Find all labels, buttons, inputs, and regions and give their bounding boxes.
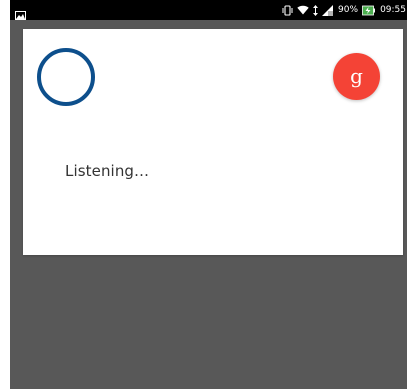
microphone-ring-icon[interactable] xyxy=(37,48,95,106)
status-bar: 90% 09:55 xyxy=(10,0,407,20)
google-button[interactable]: g xyxy=(333,53,380,100)
wifi-icon xyxy=(297,5,309,15)
gallery-icon xyxy=(15,5,26,20)
phone-screen: 90% 09:55 g Listening… xyxy=(10,0,407,389)
signal-icon xyxy=(322,4,334,16)
listening-status-text: Listening… xyxy=(65,162,150,180)
battery-percent: 90% xyxy=(338,5,359,15)
status-indicators: 90% 09:55 xyxy=(282,0,407,20)
clock: 09:55 xyxy=(380,5,406,15)
google-g-icon: g xyxy=(350,63,363,88)
vibrate-icon xyxy=(282,4,293,16)
voice-search-dialog: g Listening… xyxy=(23,29,403,255)
battery-charging-icon xyxy=(362,5,376,16)
data-transfer-icon xyxy=(313,4,319,16)
